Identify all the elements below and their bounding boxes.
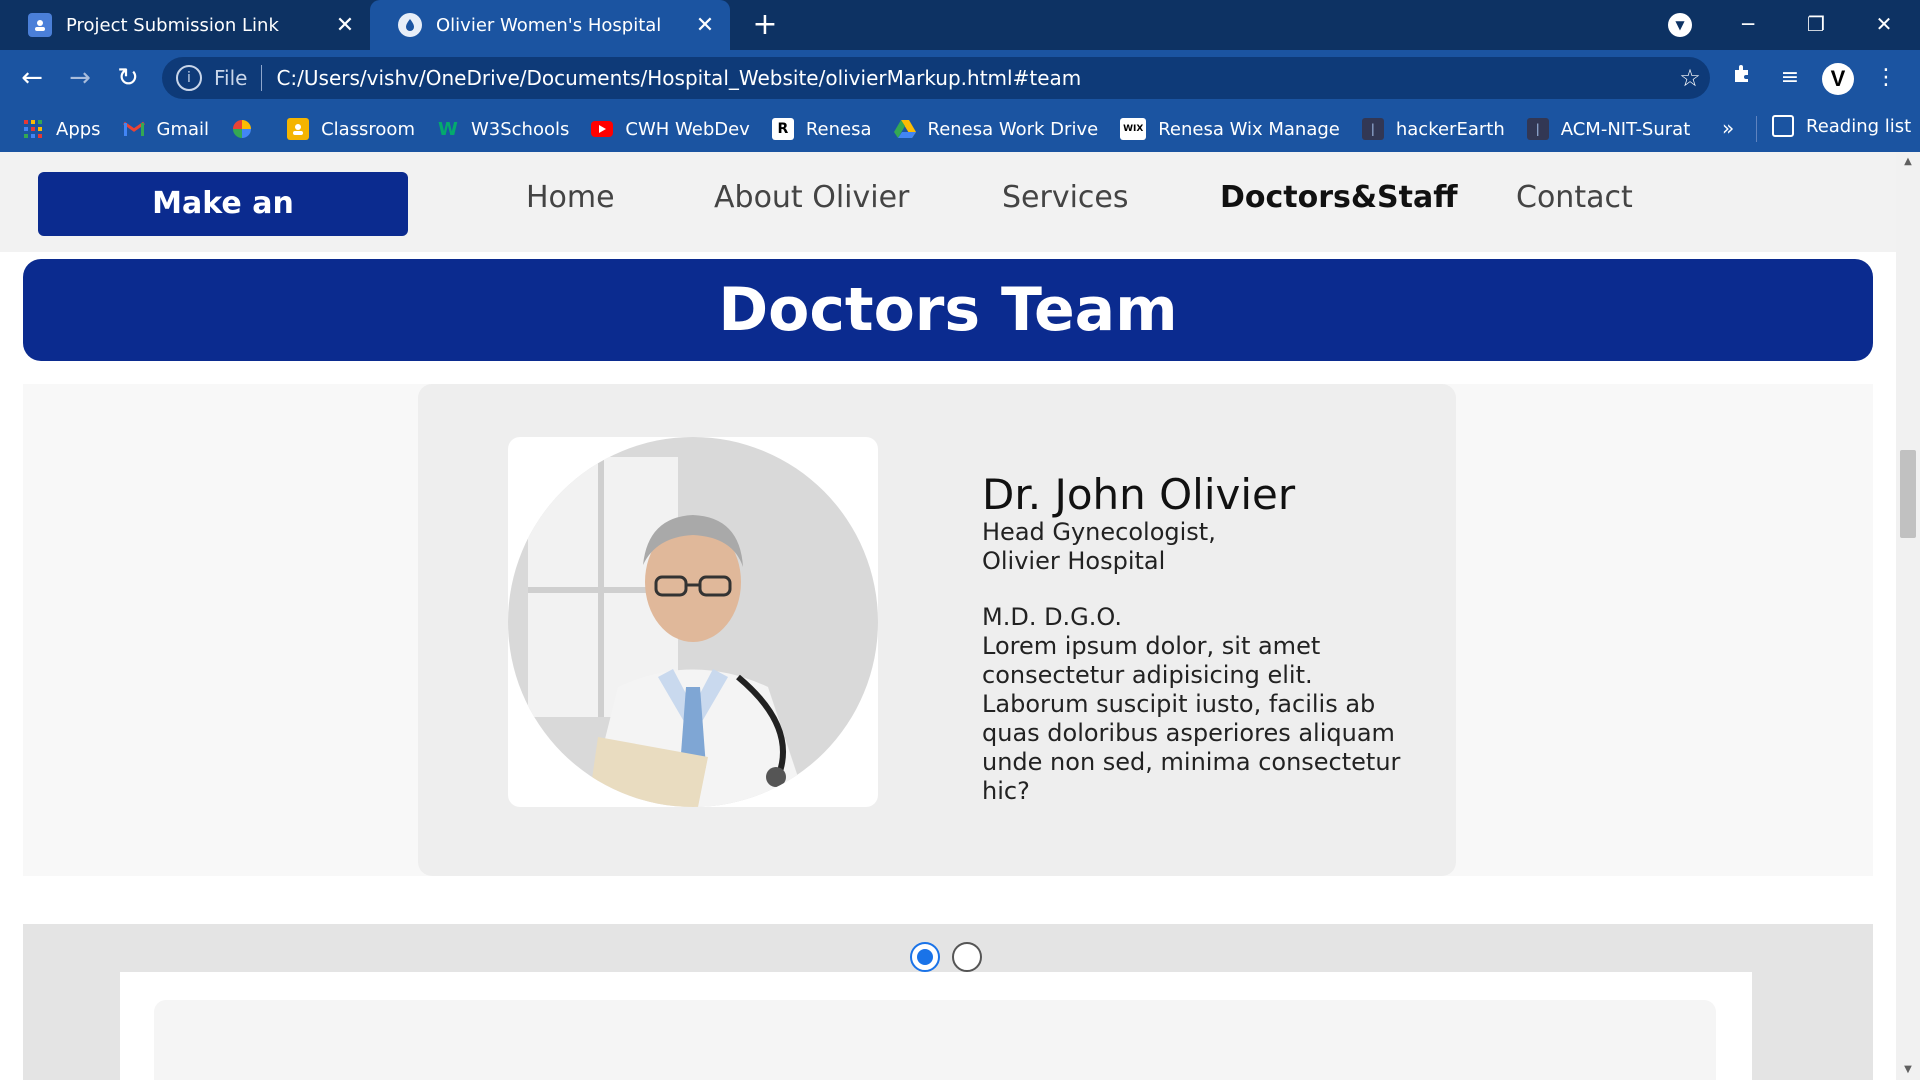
wix-icon: WIX xyxy=(1120,118,1147,140)
doctor-role-title: Head Gynecologist, xyxy=(982,518,1216,546)
scroll-up-icon[interactable]: ▲ xyxy=(1902,156,1914,167)
carousel-indicator-1[interactable] xyxy=(910,942,940,972)
team-heading: Doctors Team xyxy=(23,259,1873,361)
next-section-card xyxy=(154,1000,1716,1080)
bookmark-label: hackerEarth xyxy=(1395,118,1505,140)
address-bar[interactable]: i File C:/Users/vishv/OneDrive/Documents… xyxy=(162,57,1710,99)
menu-kebab-icon[interactable]: ⋮ xyxy=(1868,60,1904,96)
forward-icon[interactable]: → xyxy=(62,60,98,96)
tab-title: Olivier Women's Hospital xyxy=(436,14,662,36)
doctor-bio: Lorem ipsum dolor, sit amet consectetur … xyxy=(982,632,1401,805)
info-icon[interactable]: i xyxy=(176,65,202,91)
nav-link-contact[interactable]: Contact xyxy=(1516,180,1633,215)
user-favicon-icon xyxy=(28,13,52,37)
bookmark-label: Classroom xyxy=(321,118,415,140)
tab-search-icon[interactable]: ▼ xyxy=(1668,13,1692,37)
scroll-down-icon[interactable]: ▼ xyxy=(1902,1064,1914,1075)
reload-icon[interactable]: ↻ xyxy=(110,60,146,96)
media-control-icon[interactable]: ≡ xyxy=(1772,60,1808,96)
url-text[interactable]: C:/Users/vishv/OneDrive/Documents/Hospit… xyxy=(276,66,1670,90)
bookmarks-overflow-button[interactable]: » xyxy=(1722,116,1734,140)
reading-list-button[interactable]: Reading list xyxy=(1772,115,1911,137)
bookmark-star-icon[interactable]: ☆ xyxy=(1670,64,1710,92)
doctor-role-hospital: Olivier Hospital xyxy=(982,547,1166,575)
pinwheel-icon xyxy=(231,118,253,140)
bookmark-renesa[interactable]: R Renesa xyxy=(771,118,872,140)
page-viewport: Make an Appointment Home About Olivier S… xyxy=(0,152,1896,1080)
bookmark-classroom[interactable]: Classroom xyxy=(287,118,415,140)
bookmark-gmail[interactable]: Gmail xyxy=(122,118,210,140)
divider xyxy=(1756,116,1757,142)
bookmark-label: Apps xyxy=(56,118,101,140)
doctor-name: Dr. John Olivier xyxy=(982,470,1296,519)
nav-link-services[interactable]: Services xyxy=(1002,180,1129,215)
reading-list-icon xyxy=(1772,115,1794,137)
browser-toolbar: ← → ↻ i File C:/Users/vishv/OneDrive/Doc… xyxy=(0,50,1920,106)
tab-project-submission[interactable]: Project Submission Link ✕ xyxy=(0,0,370,50)
bookmark-acm-nit-surat[interactable]: | ACM-NIT-Surat xyxy=(1526,118,1691,140)
window-close-icon[interactable]: ✕ xyxy=(1854,4,1914,44)
reading-list-label: Reading list xyxy=(1806,115,1912,137)
minimize-icon[interactable]: ─ xyxy=(1718,4,1778,44)
bookmark-label: Gmail xyxy=(156,118,210,140)
bookmark-cwh-webdev[interactable]: CWH WebDev xyxy=(591,118,750,140)
tab-olivier-hospital[interactable]: Olivier Women's Hospital ✕ xyxy=(370,0,730,50)
tab-strip: Project Submission Link ✕ Olivier Women'… xyxy=(0,0,1920,50)
bookmark-renesa-work-drive[interactable]: Renesa Work Drive xyxy=(893,118,1099,140)
url-scheme: File xyxy=(214,66,248,90)
bookmark-label: Renesa Work Drive xyxy=(927,118,1099,140)
site-navbar: Make an Appointment Home About Olivier S… xyxy=(0,152,1896,285)
carousel-indicator-2[interactable] xyxy=(952,942,982,972)
divider xyxy=(261,65,263,91)
bookmark-label: CWH WebDev xyxy=(625,118,750,140)
bookmark-pinwheel[interactable] xyxy=(231,118,265,140)
youtube-icon xyxy=(591,121,614,137)
close-icon[interactable]: ✕ xyxy=(690,13,720,38)
bookmark-apps[interactable]: Apps xyxy=(22,118,101,140)
page-scrollbar[interactable]: ▲ ▼ xyxy=(1896,152,1920,1080)
bookmark-renesa-wix-manage[interactable]: WIX Renesa Wix Manage xyxy=(1120,118,1340,140)
extensions-icon[interactable] xyxy=(1724,60,1760,96)
bookmark-label: ACM-NIT-Surat xyxy=(1560,118,1691,140)
new-tab-button[interactable]: + xyxy=(748,8,782,42)
apps-grid-icon xyxy=(22,118,44,140)
bookmark-label: W3Schools xyxy=(470,118,570,140)
bookmark-w3schools[interactable]: W W3Schools xyxy=(437,118,569,140)
back-icon[interactable]: ← xyxy=(14,60,50,96)
restore-icon[interactable]: ❐ xyxy=(1786,4,1846,44)
bookmark-label: Renesa xyxy=(805,118,872,140)
acm-icon: | xyxy=(1526,118,1549,140)
nav-link-about[interactable]: About Olivier xyxy=(714,180,909,215)
nav-link-doctors-staff[interactable]: Doctors&Staff xyxy=(1220,180,1458,215)
close-icon[interactable]: ✕ xyxy=(330,13,360,38)
make-appointment-button[interactable]: Make an Appointment xyxy=(38,172,408,285)
bookmark-label: Renesa Wix Manage xyxy=(1158,118,1340,140)
scrollbar-thumb[interactable] xyxy=(1900,450,1916,538)
doctor-degree: M.D. D.G.O. xyxy=(982,603,1122,631)
bookmarks-bar: Apps Gmail Classroom W W3Schools CWH Web… xyxy=(0,106,1920,152)
nav-link-home[interactable]: Home xyxy=(526,180,615,215)
classroom-icon xyxy=(287,118,310,140)
hospital-favicon-icon xyxy=(398,13,422,37)
w3schools-icon: W xyxy=(438,118,458,140)
drive-icon xyxy=(893,118,916,140)
doctor-role: Head Gynecologist, Olivier Hospital xyxy=(982,518,1216,576)
hackerearth-icon: | xyxy=(1361,118,1384,140)
renesa-icon: R xyxy=(771,118,794,140)
bookmark-hackerearth[interactable]: | hackerEarth xyxy=(1361,118,1505,140)
tab-title: Project Submission Link xyxy=(66,14,279,36)
gmail-icon xyxy=(122,118,145,140)
profile-avatar[interactable]: V xyxy=(1822,63,1854,95)
doctor-photo xyxy=(508,437,878,807)
